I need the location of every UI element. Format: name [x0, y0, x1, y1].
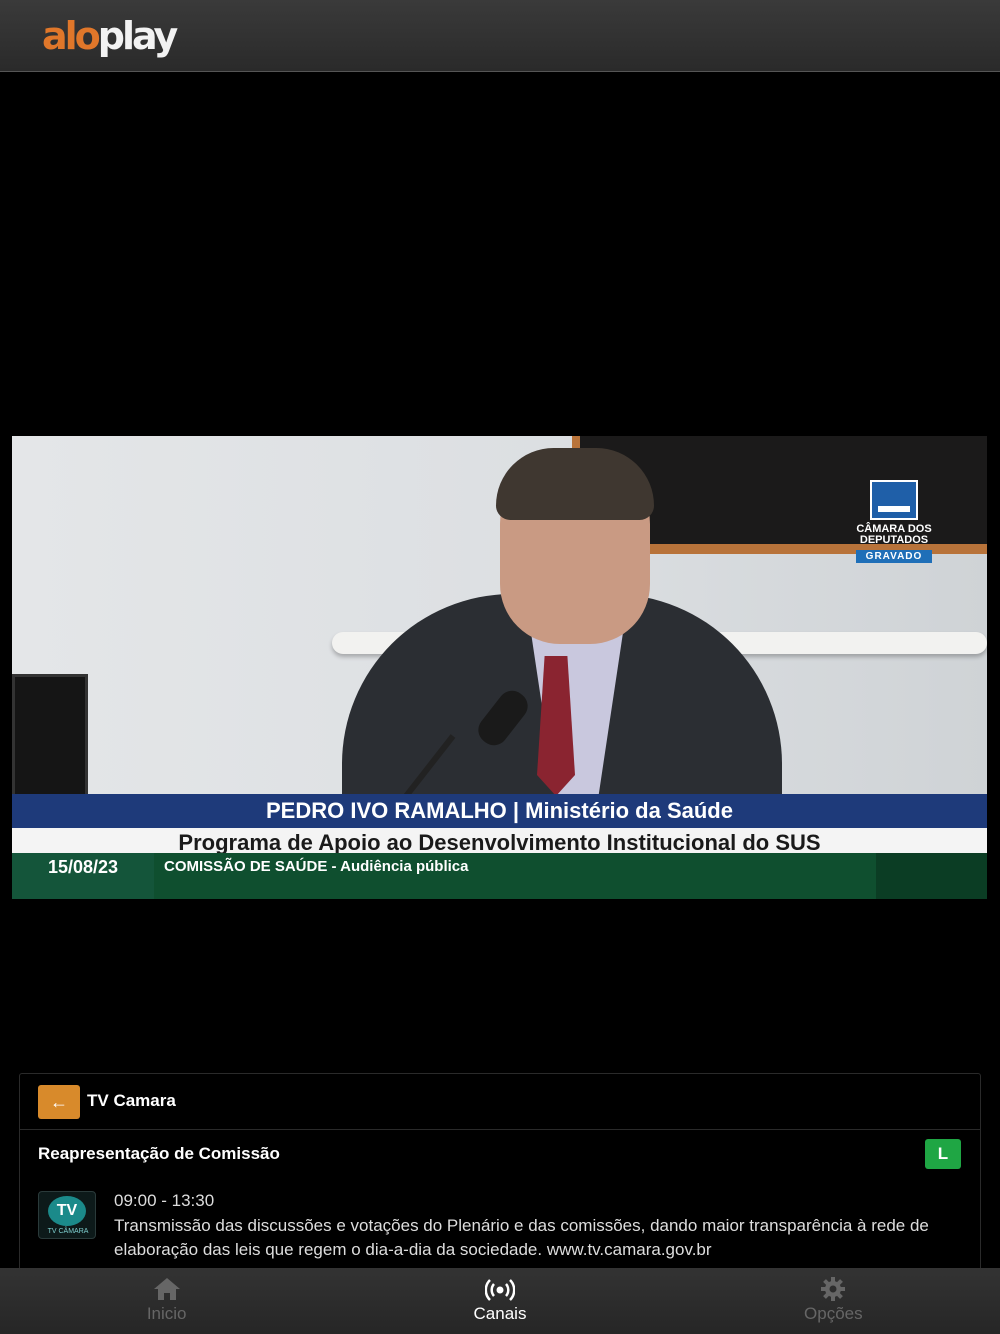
panel-header: ← TV Camara	[20, 1074, 980, 1130]
nav-item-inicio[interactable]: Inicio	[0, 1268, 333, 1334]
app-logo[interactable]: aloplay	[42, 14, 179, 58]
nav-item-canais[interactable]: Canais	[333, 1268, 666, 1334]
logo-play: play	[97, 14, 179, 58]
program-description: Transmissão das discussões e votações do…	[114, 1216, 929, 1259]
broadcast-date: 15/08/23	[12, 853, 154, 899]
video-monitor	[12, 674, 88, 798]
bottom-nav: Inicio Canais Opções	[0, 1268, 1000, 1334]
broadcast-icon	[484, 1279, 515, 1301]
program-time: 09:00 - 13:30	[114, 1191, 215, 1210]
recorded-badge: GRAVADO	[855, 550, 933, 563]
broadcast-event: COMISSÃO DE SAÚDE - Audiência pública	[164, 858, 469, 875]
lower-third-name: PEDRO IVO RAMALHO | Ministério da Saúde	[12, 794, 987, 828]
video-player[interactable]: CÂMARA DOS DEPUTADOS GRAVADO PEDRO IVO R…	[12, 436, 987, 899]
logo-caption: TV CÂMARA	[47, 1228, 89, 1235]
program-title: Reapresentação de Comissão	[38, 1144, 280, 1163]
lower-third-end	[876, 853, 987, 899]
nav-item-opcoes[interactable]: Opções	[667, 1268, 1000, 1334]
program-info-panel: ← TV Camara Reapresentação de Comissão L…	[19, 1073, 982, 1274]
nav-label-inicio: Inicio	[146, 1304, 187, 1323]
home-icon	[153, 1278, 180, 1300]
tv-logo-icon: TV	[48, 1196, 86, 1226]
arrow-left-icon: ←	[50, 1092, 68, 1112]
channel-watermark: CÂMARA DOS DEPUTADOS GRAVADO	[844, 480, 944, 564]
nav-label-canais: Canais	[473, 1304, 527, 1323]
lower-third-bar: 15/08/23 COMISSÃO DE SAÚDE - Audiência p…	[12, 853, 987, 899]
app-header: aloplay	[0, 0, 1000, 72]
back-button[interactable]: ←	[38, 1085, 80, 1119]
channel-logo: TV TV CÂMARA	[38, 1191, 96, 1239]
camara-logo-icon	[870, 480, 918, 520]
watermark-line2: DEPUTADOS	[859, 534, 929, 546]
speaker-hair	[496, 448, 654, 520]
channel-name: TV Camara	[87, 1091, 176, 1110]
gear-icon	[821, 1277, 846, 1301]
nav-label-opcoes: Opções	[804, 1304, 863, 1323]
rating-badge: L	[925, 1139, 961, 1169]
logo-alo: alo	[42, 14, 101, 58]
